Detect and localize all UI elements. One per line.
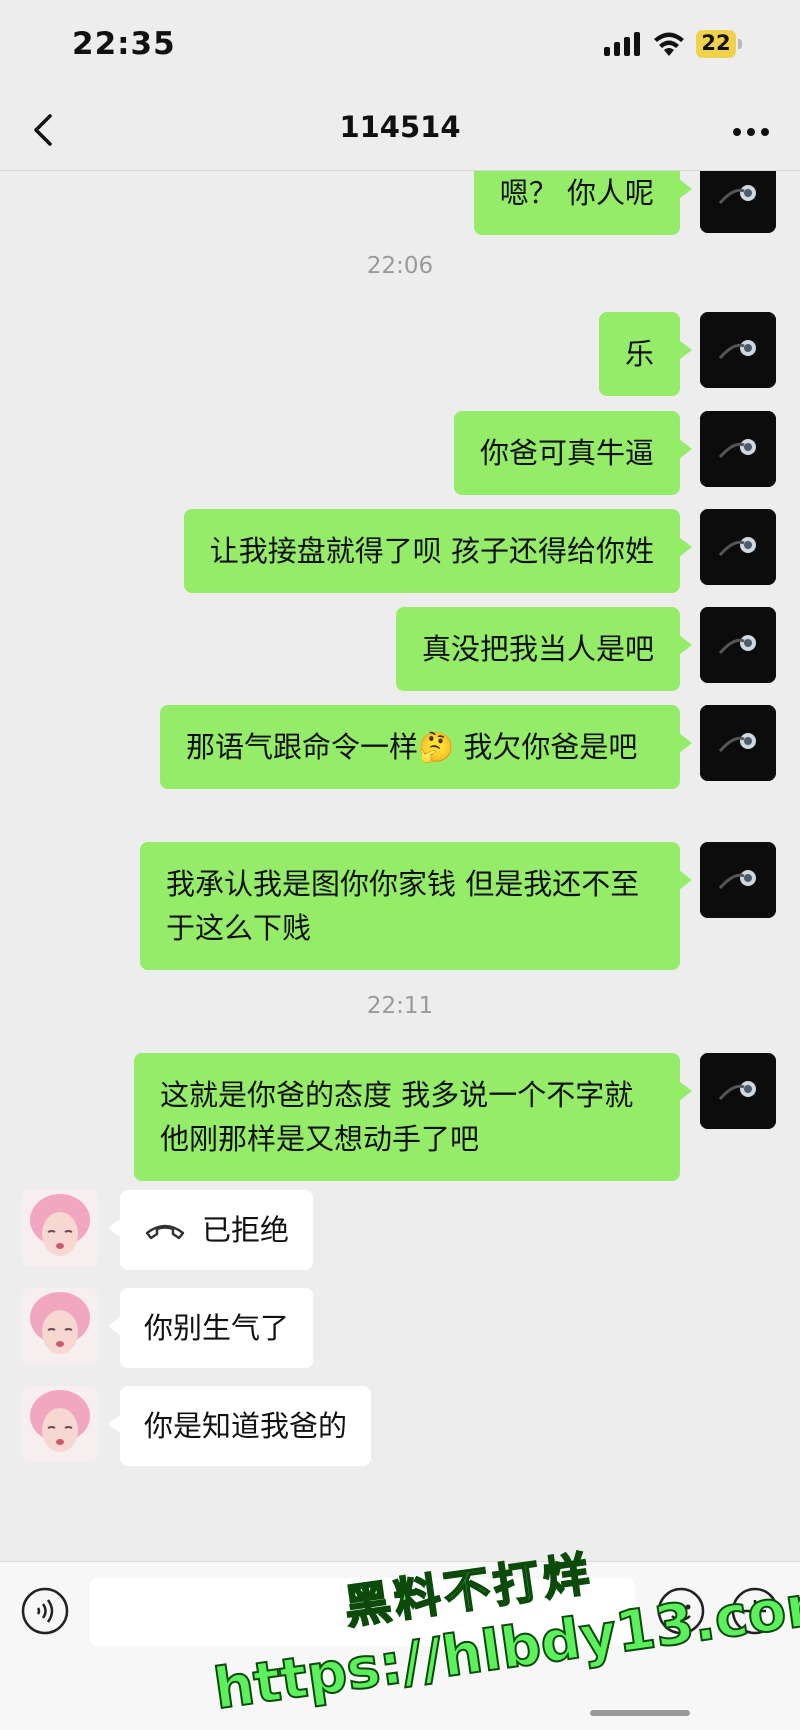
call-status-text: 已拒绝	[202, 1213, 290, 1247]
message-bubble[interactable]: 你是知道我爸的	[107, 1386, 372, 1466]
timestamp: 22:11	[366, 993, 434, 1019]
message-text: 真没把我当人是吧	[421, 632, 654, 666]
avatar[interactable]	[22, 1288, 98, 1364]
message-text: 那语气跟命令一样🤔 我欠你爸是吧	[186, 730, 638, 764]
message-text: 你别生气了	[144, 1311, 290, 1345]
battery-icon: 22	[696, 30, 744, 58]
voice-icon[interactable]	[20, 1586, 70, 1636]
message-text: 让我接盘就得了呗 孩子还得给你姓	[209, 534, 654, 568]
avatar[interactable]	[700, 705, 776, 781]
message-text: 我承认我是图你你家钱 但是我还不至于这么下贱	[166, 867, 640, 945]
avatar[interactable]	[700, 1053, 776, 1129]
avatar[interactable]	[700, 171, 776, 233]
message-bubble[interactable]: 这就是你爸的态度 我多说一个不字就他刚那样是又想动手了吧	[134, 1053, 692, 1181]
avatar[interactable]	[22, 1386, 98, 1462]
signal-icon	[604, 32, 642, 56]
message-text: 你是知道我爸的	[144, 1409, 348, 1443]
nav-bar: 114514	[0, 90, 800, 171]
avatar[interactable]	[700, 509, 776, 585]
message-bubble[interactable]: 我承认我是图你你家钱 但是我还不至于这么下贱	[140, 842, 692, 970]
message-text: 嗯？ 你人呢	[499, 176, 654, 210]
message-bubble[interactable]: 真没把我当人是吧	[395, 607, 693, 691]
avatar[interactable]	[22, 1190, 98, 1266]
message-text: 这就是你爸的态度 我多说一个不字就他刚那样是又想动手了吧	[160, 1078, 634, 1156]
message-text: 乐	[624, 337, 654, 371]
call-bubble[interactable]: 已拒绝	[107, 1190, 314, 1270]
avatar[interactable]	[700, 312, 776, 388]
avatar[interactable]	[700, 842, 776, 918]
chat-area[interactable]: 嗯？ 你人呢 22:06 乐 你爸可真牛逼 让我接盘就得了呗 孩子还得给你姓 真…	[0, 171, 800, 1561]
message-bubble[interactable]: 乐	[598, 312, 693, 396]
message-bubble[interactable]: 你爸可真牛逼	[453, 411, 693, 495]
phone-declined-icon	[145, 1224, 185, 1240]
home-indicator	[590, 1710, 690, 1716]
status-bar: 22:35 22	[0, 0, 800, 90]
status-time: 22:35	[72, 26, 176, 62]
timestamp: 22:06	[366, 253, 434, 279]
message-bubble[interactable]: 你别生气了	[107, 1288, 314, 1368]
avatar[interactable]	[700, 411, 776, 487]
chat-title: 114514	[339, 110, 461, 144]
message-bubble[interactable]: 嗯？ 你人呢	[473, 171, 693, 235]
message-text: 你爸可真牛逼	[479, 436, 654, 470]
avatar[interactable]	[700, 607, 776, 683]
more-dots-icon[interactable]	[726, 110, 776, 150]
message-bubble[interactable]: 让我接盘就得了呗 孩子还得给你姓	[183, 509, 693, 593]
wifi-icon	[654, 32, 684, 56]
message-bubble[interactable]: 那语气跟命令一样🤔 我欠你爸是吧	[160, 705, 692, 789]
battery-level: 22	[701, 31, 731, 55]
